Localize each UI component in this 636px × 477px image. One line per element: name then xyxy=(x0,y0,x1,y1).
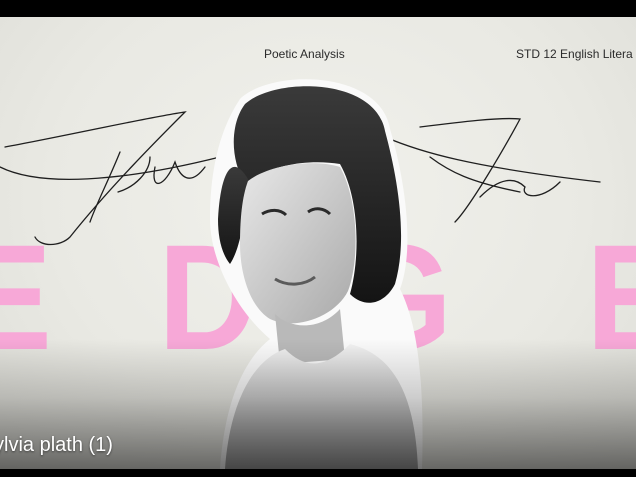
slide-thumbnail[interactable]: Poetic Analysis STD 12 English Litera E … xyxy=(0,17,636,469)
top-black-bar xyxy=(0,0,636,17)
file-name-caption: ylvia plath (1) xyxy=(0,434,113,456)
header-course-label: STD 12 English Litera xyxy=(516,47,633,61)
header-poetic-analysis: Poetic Analysis xyxy=(264,47,345,61)
bottom-black-bar xyxy=(0,469,636,477)
portrait-photo xyxy=(210,79,423,469)
